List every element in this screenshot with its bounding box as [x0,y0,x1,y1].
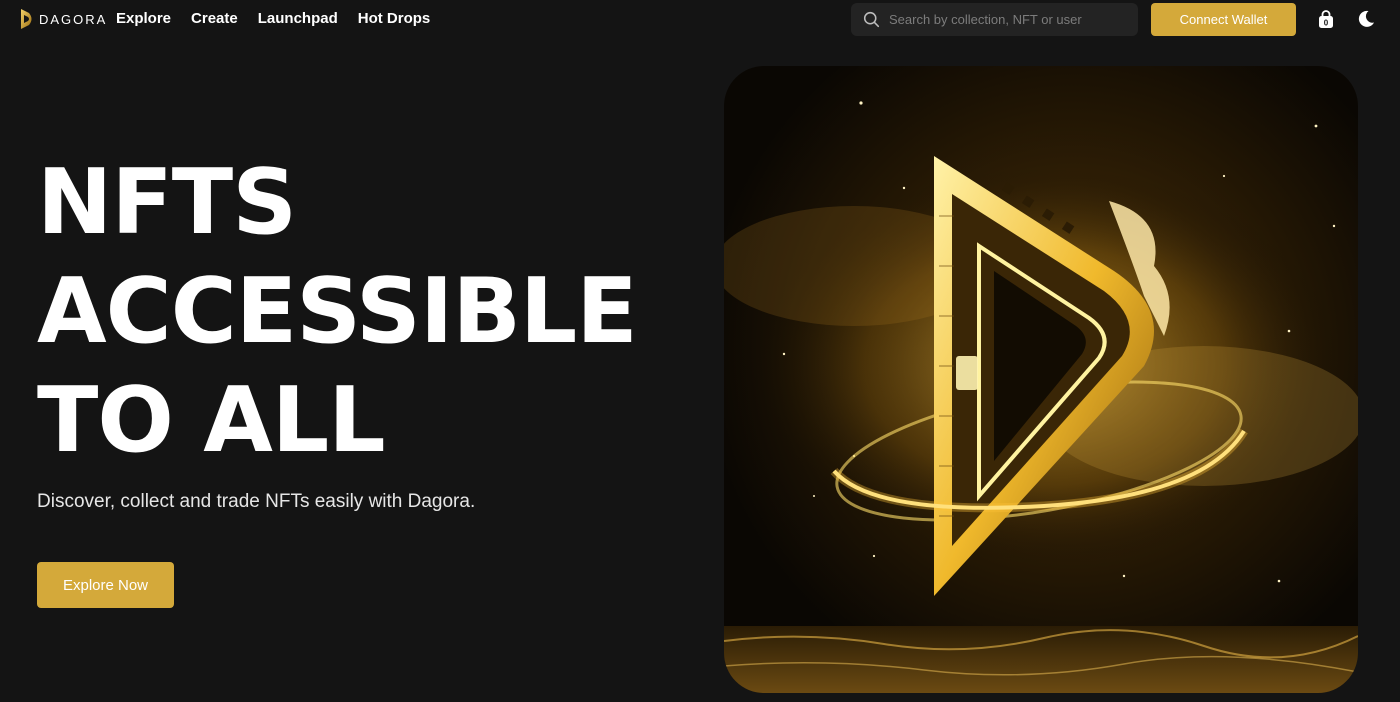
nav-explore[interactable]: Explore [116,10,171,27]
hero-title-line: NFTS [37,150,297,255]
golden-portal-artwork [724,101,1358,693]
hero-title: NFTS ACCESSIBLE TO ALL [37,148,677,475]
hero-subtitle: Discover, collect and trade NFTs easily … [37,491,476,512]
search-icon [863,11,880,28]
nav-hot-drops[interactable]: Hot Drops [358,10,431,27]
nav-launchpad[interactable]: Launchpad [258,10,338,27]
connect-wallet-button[interactable]: Connect Wallet [1151,3,1296,36]
logo-icon [21,9,32,29]
page: DAGORA Explore Create Launchpad Hot Drop… [0,0,1400,702]
logo[interactable]: DAGORA [20,8,107,30]
search-bar[interactable] [851,3,1138,36]
explore-now-button[interactable]: Explore Now [37,562,174,608]
hero-title-line: ACCESSIBLE [37,259,638,364]
hero-title-line: TO ALL [37,368,386,473]
nav-links: Explore Create Launchpad Hot Drops [116,10,430,27]
hero-artwork [724,66,1358,693]
svg-text:0: 0 [1324,19,1329,28]
search-input[interactable] [889,12,1129,27]
nav-create[interactable]: Create [191,10,238,27]
moon-icon[interactable] [1356,9,1376,29]
bag-icon[interactable]: 0 [1316,9,1336,29]
logo-text: DAGORA [39,11,108,27]
top-nav: DAGORA Explore Create Launchpad Hot Drop… [0,0,1400,38]
